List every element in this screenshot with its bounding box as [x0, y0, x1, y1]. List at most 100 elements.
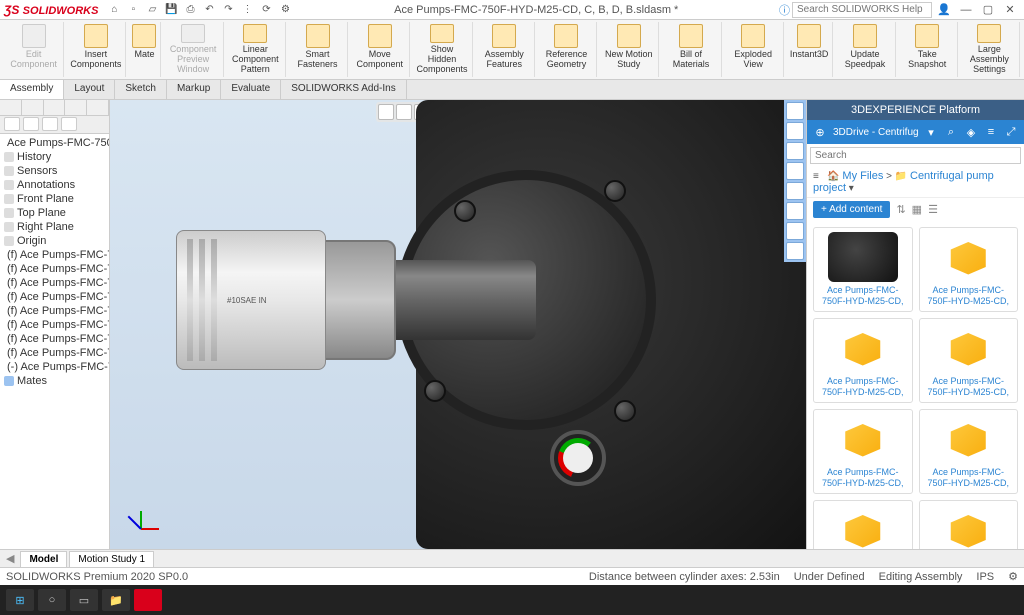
- close-button[interactable]: ✕: [1000, 3, 1020, 16]
- tree-item[interactable]: (f) Ace Pumps-FMC-750F: [2, 248, 107, 262]
- minimize-button[interactable]: —: [956, 4, 976, 16]
- home-icon[interactable]: ⌂: [106, 2, 122, 18]
- expand-icon[interactable]: ⤢: [1004, 126, 1018, 139]
- content-card[interactable]: Ace Pumps-FMC-750F-HYD-M25-CD, C, B,: [919, 500, 1019, 549]
- task-pane-tabs[interactable]: [784, 100, 806, 262]
- tree-item[interactable]: Mates: [2, 374, 107, 388]
- custom-props-icon[interactable]: [786, 222, 804, 240]
- ribbon-show-hidden-components[interactable]: Show Hidden Components: [412, 22, 472, 77]
- new-icon[interactable]: ▫: [125, 2, 141, 18]
- pump-assembly-model[interactable]: #10SAE IN: [276, 100, 806, 549]
- status-gear-icon[interactable]: ⚙: [1008, 570, 1018, 583]
- tabs-scroll-left-icon[interactable]: ◀: [6, 552, 14, 565]
- add-content-button[interactable]: + Add content: [813, 201, 890, 218]
- help-search-input[interactable]: [792, 2, 932, 18]
- ribbon-linear-component-pattern[interactable]: Linear Component Pattern: [226, 22, 286, 77]
- ribbon-exploded-view[interactable]: Exploded View: [724, 22, 784, 77]
- tree-item[interactable]: (f) Ace Pumps-FMC-750F: [2, 304, 107, 318]
- ribbon-bill-of-materials[interactable]: Bill of Materials: [661, 22, 721, 77]
- maximize-button[interactable]: ▢: [978, 3, 998, 16]
- content-card[interactable]: Ace Pumps-FMC-750F-HYD-M25-CD, C, B,: [919, 227, 1019, 312]
- tree-item[interactable]: Origin: [2, 234, 107, 248]
- tree-tabs[interactable]: [0, 100, 109, 116]
- task-view-icon[interactable]: ▭: [70, 589, 98, 611]
- content-card[interactable]: Ace Pumps-FMC-750F-HYD-M25-CD, C, B,: [919, 318, 1019, 403]
- ribbon-take-snapshot[interactable]: Take Snapshot: [898, 22, 958, 77]
- ribbon-assembly-features[interactable]: Assembly Features: [475, 22, 535, 77]
- list-view-icon[interactable]: ☰: [928, 203, 938, 216]
- search-icon[interactable]: ⌕: [944, 126, 958, 139]
- file-explorer-icon[interactable]: [786, 162, 804, 180]
- redo-icon[interactable]: ↷: [220, 2, 236, 18]
- ribbon-mate[interactable]: Mate: [128, 22, 161, 77]
- ribbon-insert-components[interactable]: Insert Components: [66, 22, 126, 77]
- tab-solidworks-add-ins[interactable]: SOLIDWORKS Add-Ins: [281, 80, 406, 99]
- compass-icon[interactable]: ⊕: [813, 126, 827, 139]
- tree-item[interactable]: (f) Ace Pumps-FMC-750F: [2, 276, 107, 290]
- graphics-viewport[interactable]: #10SAE IN: [110, 100, 806, 549]
- content-card[interactable]: Ace Pumps-FMC-750F-HYD-M25-CD, C, B,: [813, 227, 913, 312]
- appearances-tab-icon[interactable]: [786, 202, 804, 220]
- tree-item[interactable]: (f) Ace Pumps-FMC-750F: [2, 262, 107, 276]
- feature-tree[interactable]: Ace Pumps-FMC-750F-HYD-IHistorySensorsAn…: [0, 134, 109, 390]
- tree-item[interactable]: Ace Pumps-FMC-750F-HYD-I: [2, 136, 107, 150]
- forum-icon[interactable]: [786, 242, 804, 260]
- open-icon[interactable]: ▱: [144, 2, 160, 18]
- taskbar-app-sw[interactable]: [134, 589, 162, 611]
- tree-item[interactable]: Sensors: [2, 164, 107, 178]
- content-card[interactable]: Ace Pumps-FMC-750F-HYD-M25-CD, C, B,: [919, 409, 1019, 494]
- taskbar-app-folder[interactable]: 📁: [102, 589, 130, 611]
- tree-item[interactable]: Right Plane: [2, 220, 107, 234]
- sort-icon[interactable]: ⇅: [896, 203, 905, 216]
- tree-filter-bar[interactable]: [0, 116, 109, 134]
- tab-markup[interactable]: Markup: [167, 80, 221, 99]
- ribbon-new-motion-study[interactable]: New Motion Study: [599, 22, 659, 77]
- motor-component[interactable]: #10SAE IN: [176, 230, 326, 370]
- chevron-down-icon[interactable]: ▾: [924, 126, 938, 139]
- taskbar-search-icon[interactable]: ○: [38, 589, 66, 611]
- tab-evaluate[interactable]: Evaluate: [221, 80, 281, 99]
- ribbon-update-speedpak[interactable]: Update Speedpak: [835, 22, 895, 77]
- content-card[interactable]: Ace Pumps-FMC-750F-HYD-M25-CD, C, B,: [813, 318, 913, 403]
- options-icon[interactable]: ⋮: [239, 2, 255, 18]
- ribbon-instant3d[interactable]: Instant3D: [786, 22, 834, 77]
- tree-item[interactable]: (f) Ace Pumps-FMC-750F: [2, 332, 107, 346]
- unit-system[interactable]: IPS: [976, 571, 994, 583]
- tree-item[interactable]: (f) Ace Pumps-FMC-750F: [2, 318, 107, 332]
- bottom-tab-motion-study-1[interactable]: Motion Study 1: [69, 551, 154, 568]
- ribbon-move-component[interactable]: Move Component: [350, 22, 410, 77]
- start-button[interactable]: ⊞: [6, 589, 34, 611]
- tab-layout[interactable]: Layout: [64, 80, 115, 99]
- orientation-triad[interactable]: [120, 499, 160, 539]
- ribbon-large-assembly-settings[interactable]: Large Assembly Settings: [960, 22, 1020, 77]
- rebuild-icon[interactable]: ⟳: [258, 2, 274, 18]
- menu-icon[interactable]: ≡: [984, 126, 998, 138]
- tree-item[interactable]: (-) Ace Pumps-FMC-750F: [2, 360, 107, 374]
- tree-item[interactable]: Front Plane: [2, 192, 107, 206]
- tab-assembly[interactable]: Assembly: [0, 80, 64, 99]
- panel-search-input[interactable]: [810, 147, 1021, 164]
- content-card[interactable]: Ace Pumps-FMC-750F-HYD-M25-CD, C, B,: [813, 500, 913, 549]
- tree-item[interactable]: (f) Ace Pumps-FMC-750F: [2, 346, 107, 360]
- design-library-icon[interactable]: [786, 142, 804, 160]
- tab-sketch[interactable]: Sketch: [115, 80, 167, 99]
- help-search-icon[interactable]: ⓘ: [779, 2, 790, 18]
- user-icon[interactable]: 👤: [934, 3, 954, 16]
- bottom-tab-model[interactable]: Model: [20, 551, 67, 568]
- tree-item[interactable]: History: [2, 150, 107, 164]
- ribbon-smart-fasteners[interactable]: Smart Fasteners: [288, 22, 348, 77]
- tree-item[interactable]: Annotations: [2, 178, 107, 192]
- home-tab-icon[interactable]: [786, 102, 804, 120]
- tree-item[interactable]: Top Plane: [2, 206, 107, 220]
- breadcrumb[interactable]: ≡ 🏠 My Files > 📁 Centrifugal pump projec…: [807, 167, 1024, 198]
- tag-icon[interactable]: ◈: [964, 126, 978, 139]
- save-icon[interactable]: 💾: [163, 2, 179, 18]
- settings-icon[interactable]: ⚙: [277, 2, 293, 18]
- tree-item[interactable]: (f) Ace Pumps-FMC-750F: [2, 290, 107, 304]
- undo-icon[interactable]: ↶: [201, 2, 217, 18]
- resources-tab-icon[interactable]: [786, 122, 804, 140]
- ribbon-reference-geometry[interactable]: Reference Geometry: [537, 22, 597, 77]
- content-card[interactable]: Ace Pumps-FMC-750F-HYD-M25-CD, C, B,: [813, 409, 913, 494]
- view-palette-icon[interactable]: [786, 182, 804, 200]
- print-icon[interactable]: ⎙: [182, 2, 198, 18]
